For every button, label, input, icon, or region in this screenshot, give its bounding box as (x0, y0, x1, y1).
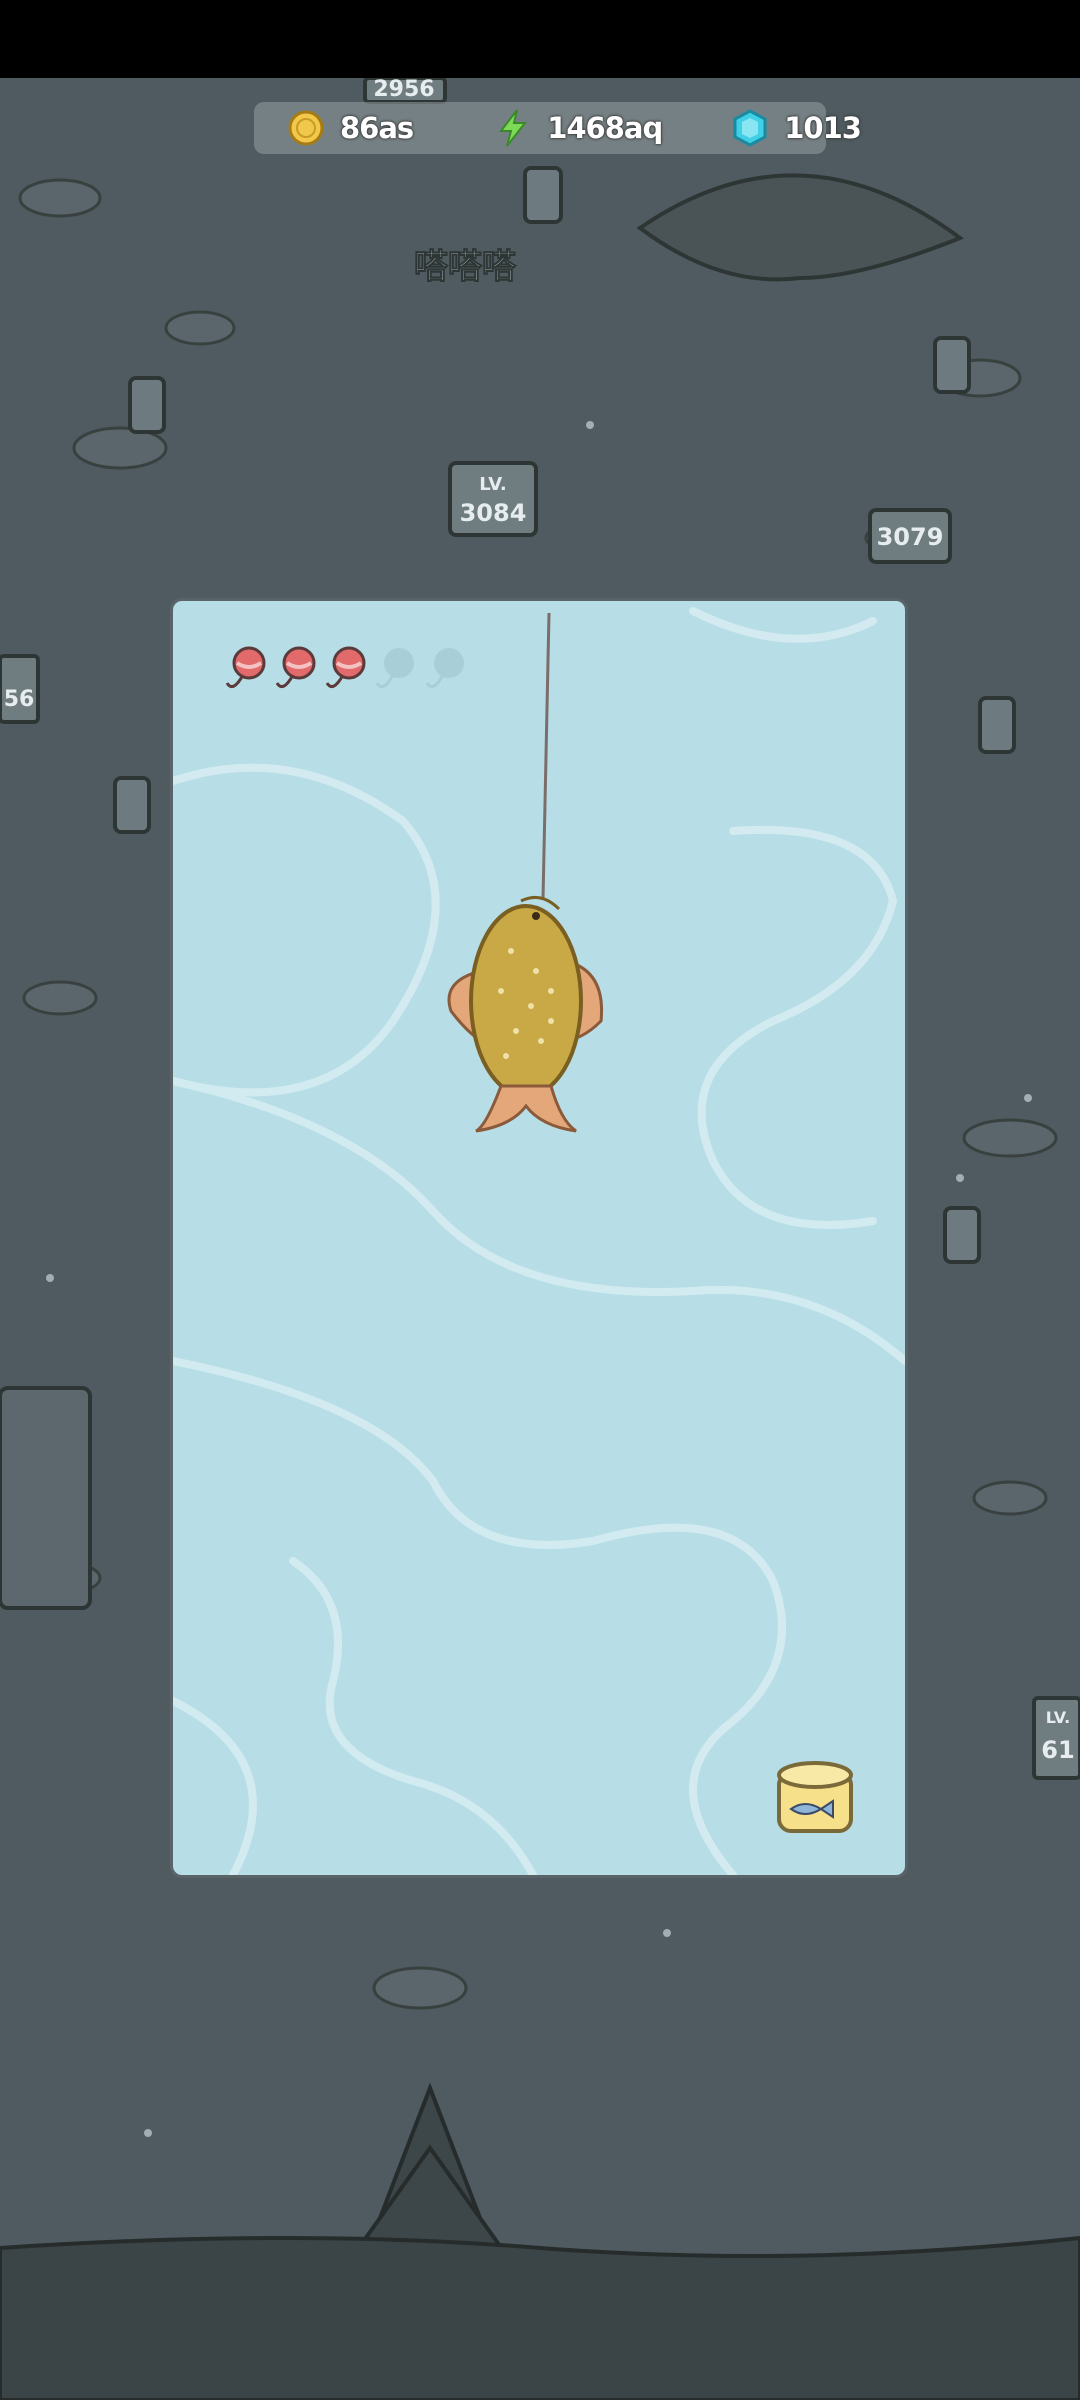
fishing-panel[interactable] (170, 598, 908, 1878)
right-sign-number: 3079 (877, 523, 944, 551)
sound-effect-text: 嗒嗒嗒 (414, 247, 517, 287)
bottom-right-sign-level: LV. (1046, 1708, 1070, 1727)
center-sign-number: 3084 (460, 499, 527, 527)
gems-value: 1013 (784, 111, 862, 145)
blue-gem-icon (733, 109, 767, 147)
left-sign-number: 56 (4, 687, 35, 712)
lightning-icon (499, 109, 528, 147)
energy-counter: 1468aq (493, 102, 663, 154)
status-bar (0, 0, 1080, 78)
coins-value: 86as (340, 111, 414, 145)
fishing-line (541, 612, 551, 900)
resource-bar: 86as 1468aq 1013 (254, 102, 862, 154)
bait-jar-icon[interactable] (773, 1757, 857, 1837)
gems-counter: 1013 (730, 102, 862, 154)
coins-counter: 86as (286, 102, 414, 154)
bottom-right-sign-number: 61 (1041, 1736, 1074, 1764)
center-sign-level: LV. (479, 474, 506, 495)
top-sign-number: 2956 (373, 78, 434, 102)
fish-icon[interactable] (441, 891, 611, 1141)
energy-value: 1468aq (547, 111, 663, 145)
gold-coin-icon (288, 110, 324, 146)
